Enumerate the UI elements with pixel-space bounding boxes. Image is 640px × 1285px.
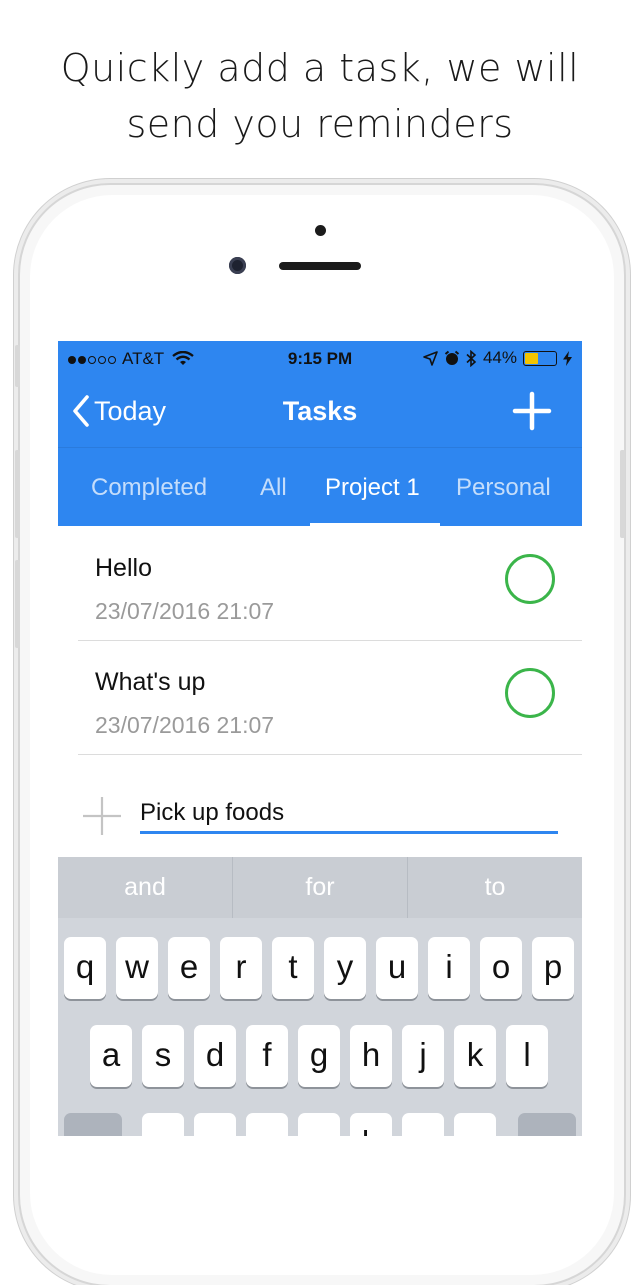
task-date: 23/07/2016 21:07	[95, 712, 275, 738]
key-m[interactable]: m	[454, 1113, 496, 1136]
power-button	[620, 450, 625, 538]
key-h[interactable]: h	[350, 1025, 392, 1087]
complete-circle-button[interactable]	[505, 668, 555, 718]
complete-circle-button[interactable]	[505, 554, 555, 604]
charging-bolt-icon	[563, 350, 572, 366]
active-tab-indicator	[310, 523, 440, 526]
key-o[interactable]: o	[480, 937, 522, 999]
key-i[interactable]: i	[428, 937, 470, 999]
task-row[interactable]: What's up 23/07/2016 21:07	[78, 641, 582, 755]
suggestion-item[interactable]: to	[408, 857, 582, 918]
key-n[interactable]: n	[402, 1113, 444, 1136]
tab-all[interactable]: All	[260, 474, 287, 502]
key-z[interactable]: z	[142, 1113, 184, 1136]
key-k[interactable]: k	[454, 1025, 496, 1087]
promo-headline: Quickly add a task, we will send you rem…	[0, 40, 640, 152]
key-w[interactable]: w	[116, 937, 158, 999]
alarm-icon	[444, 350, 460, 365]
new-task-row	[58, 763, 582, 857]
page-title: Tasks	[282, 396, 358, 426]
key-f[interactable]: f	[246, 1025, 288, 1087]
tab-project-1[interactable]: Project 1	[325, 474, 420, 502]
nav-row: Today Tasks	[58, 377, 582, 447]
task-title: What's up	[95, 668, 206, 696]
key-u[interactable]: u	[376, 937, 418, 999]
task-title: Hello	[95, 554, 152, 582]
shift-key[interactable]	[64, 1113, 122, 1136]
bluetooth-icon	[466, 349, 477, 367]
task-date: 23/07/2016 21:07	[95, 598, 275, 624]
delete-key[interactable]	[518, 1113, 576, 1136]
tab-completed[interactable]: Completed	[91, 474, 207, 502]
key-x[interactable]: x	[194, 1113, 236, 1136]
key-g[interactable]: g	[298, 1025, 340, 1087]
proximity-sensor	[315, 225, 326, 236]
task-row[interactable]: Hello 23/07/2016 21:07	[78, 527, 582, 641]
battery-fill	[525, 352, 538, 364]
mute-switch	[15, 345, 20, 387]
key-p[interactable]: p	[532, 937, 574, 999]
key-l[interactable]: l	[506, 1025, 548, 1087]
key-t[interactable]: t	[272, 937, 314, 999]
status-right: 44%	[423, 348, 572, 368]
keyboard-suggestions: and for to	[58, 857, 582, 918]
filter-tabs: Completed All Project 1 Personal	[58, 447, 582, 527]
key-v[interactable]: v	[298, 1113, 340, 1136]
key-j[interactable]: j	[402, 1025, 444, 1087]
volume-down-button	[15, 560, 20, 648]
key-s[interactable]: s	[142, 1025, 184, 1087]
key-d[interactable]: d	[194, 1025, 236, 1087]
new-task-input[interactable]	[140, 795, 558, 834]
navigation-bar: AT&T 9:15 PM 44% Today Tasks Completed A…	[58, 341, 582, 526]
key-q[interactable]: q	[64, 937, 106, 999]
key-y[interactable]: y	[324, 937, 366, 999]
key-b[interactable]: b	[350, 1113, 392, 1136]
headline-line-1: Quickly add a task, we will	[60, 46, 580, 90]
battery-icon	[523, 350, 557, 366]
volume-up-button	[15, 450, 20, 538]
tab-personal[interactable]: Personal	[456, 474, 551, 502]
status-bar: AT&T 9:15 PM 44%	[58, 341, 582, 377]
key-c[interactable]: c	[246, 1113, 288, 1136]
suggestion-item[interactable]: for	[233, 857, 408, 918]
front-camera	[229, 257, 246, 274]
suggestion-item[interactable]: and	[58, 857, 233, 918]
on-screen-keyboard: and for to qwertyuiop asdfghjkl zxcvbnm	[58, 857, 582, 1136]
add-task-button[interactable]	[512, 391, 552, 431]
battery-percent: 44%	[482, 348, 517, 367]
location-arrow-icon	[423, 350, 438, 366]
phone-screen: AT&T 9:15 PM 44% Today Tasks Completed A…	[58, 341, 582, 1136]
key-r[interactable]: r	[220, 937, 262, 999]
earpiece-speaker	[279, 262, 361, 270]
key-e[interactable]: e	[168, 937, 210, 999]
key-a[interactable]: a	[90, 1025, 132, 1087]
plus-icon[interactable]	[82, 796, 122, 836]
headline-line-2: send you reminders	[126, 102, 514, 146]
